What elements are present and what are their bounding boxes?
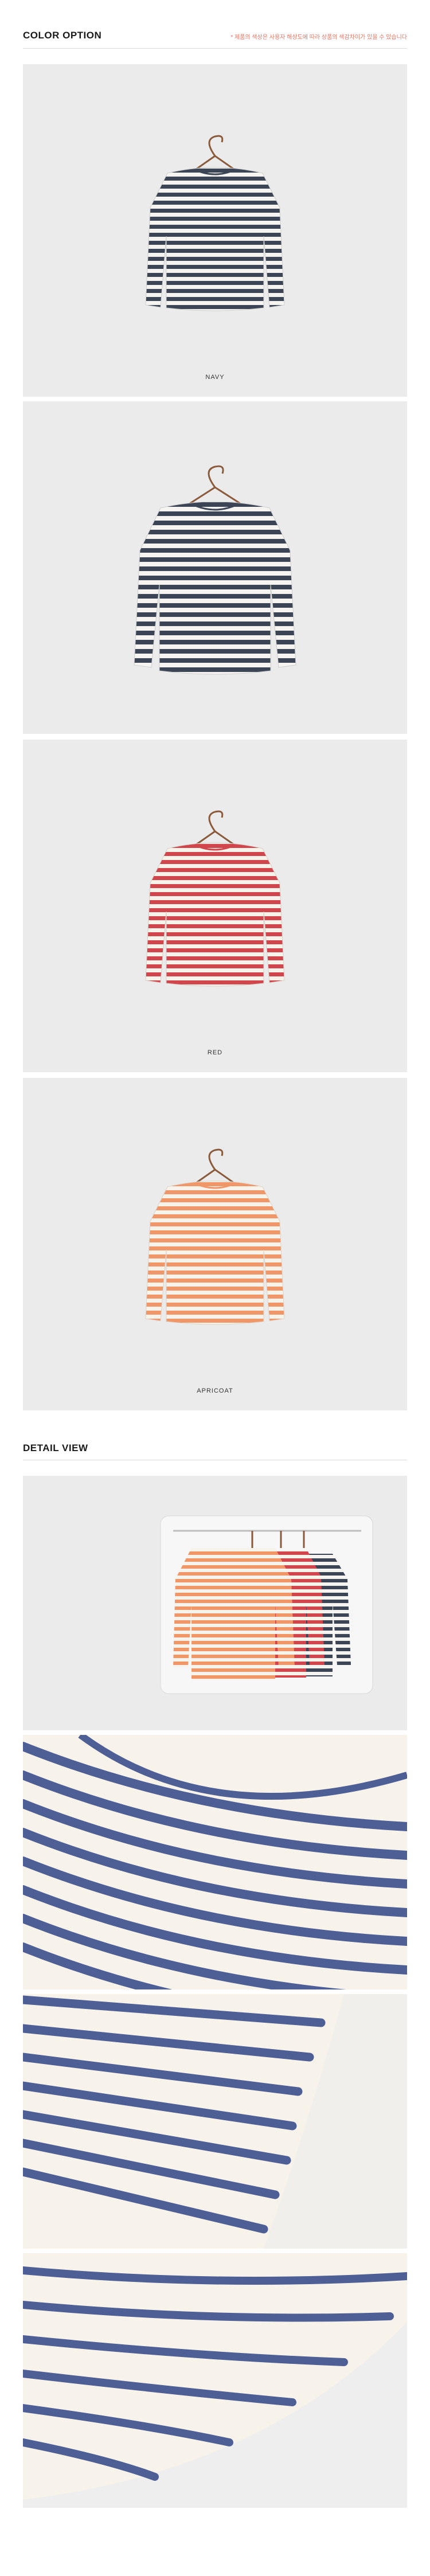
section-divider — [23, 48, 407, 49]
three-shirts-image — [160, 1515, 373, 1694]
color-panel-red: RED — [23, 740, 407, 1072]
color-disclaimer-note: * 제품의 색상은 사용자 해상도에 따라 상품의 색감차이가 있을 수 있습니… — [230, 34, 407, 41]
detail-view-header: DETAIL VIEW — [23, 1443, 407, 1454]
navy-shirt-image-2 — [134, 465, 296, 675]
color-panel-apricot: APRICOAT — [23, 1078, 407, 1410]
detail-three-shirts — [23, 1476, 407, 1730]
detail-neckline — [23, 1735, 407, 1989]
color-panel-navy: NAVY — [23, 64, 407, 397]
detail-sleeve — [23, 1994, 407, 2249]
navy-shirt-image — [145, 135, 285, 311]
apricot-shirt-image — [145, 1148, 285, 1325]
red-shirt-image — [145, 810, 285, 987]
panel-caption: NAVY — [205, 374, 225, 381]
panel-caption: APRICOAT — [197, 1387, 233, 1394]
color-panel-navy-2 — [23, 401, 407, 734]
detail-view-title: DETAIL VIEW — [23, 1443, 88, 1453]
neckline-closeup-image — [23, 1735, 407, 1989]
panel-caption: RED — [207, 1049, 223, 1056]
color-option-header: COLOR OPTION * 제품의 색상은 사용자 해상도에 따라 상품의 색… — [23, 30, 407, 41]
sleeve-closeup-image — [23, 1994, 344, 2249]
hem-closeup-image — [23, 2253, 407, 2500]
detail-hem — [23, 2253, 407, 2508]
